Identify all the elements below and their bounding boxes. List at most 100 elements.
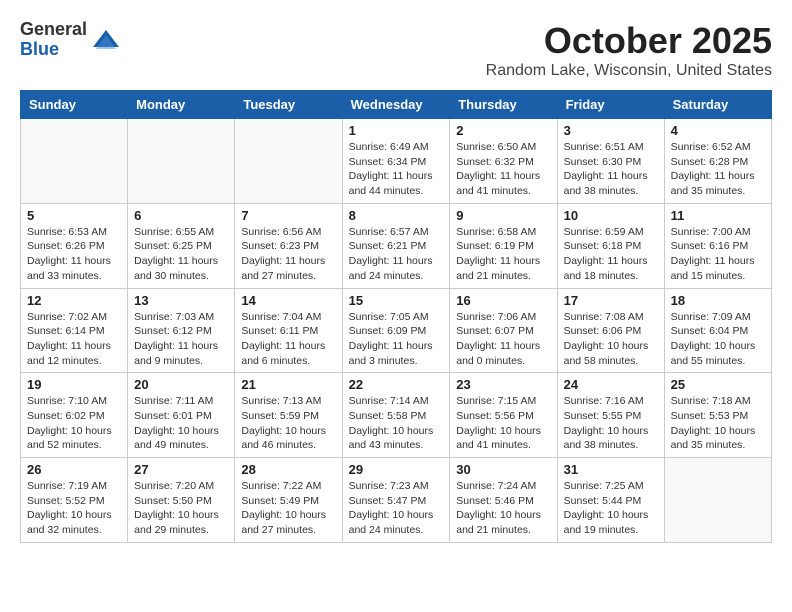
day-number: 26: [27, 462, 121, 477]
day-info: Sunrise: 7:00 AM Sunset: 6:16 PM Dayligh…: [671, 225, 765, 284]
calendar-cell: 23 Sunrise: 7:15 AM Sunset: 5:56 PM Dayli…: [450, 373, 557, 458]
day-info: Sunrise: 6:59 AM Sunset: 6:18 PM Dayligh…: [564, 225, 658, 284]
day-info: Sunrise: 7:09 AM Sunset: 6:04 PM Dayligh…: [671, 310, 765, 369]
calendar-cell: 20 Sunrise: 7:11 AM Sunset: 6:01 PM Dayli…: [128, 373, 235, 458]
day-info: Sunrise: 6:49 AM Sunset: 6:34 PM Dayligh…: [349, 140, 444, 199]
calendar-cell: 24 Sunrise: 7:16 AM Sunset: 5:55 PM Dayli…: [557, 373, 664, 458]
calendar-cell: [235, 119, 342, 204]
day-info: Sunrise: 6:52 AM Sunset: 6:28 PM Dayligh…: [671, 140, 765, 199]
day-number: 16: [456, 293, 550, 308]
day-number: 1: [349, 123, 444, 138]
day-info: Sunrise: 7:16 AM Sunset: 5:55 PM Dayligh…: [564, 394, 658, 453]
day-number: 18: [671, 293, 765, 308]
day-number: 30: [456, 462, 550, 477]
day-number: 9: [456, 208, 550, 223]
day-info: Sunrise: 7:18 AM Sunset: 5:53 PM Dayligh…: [671, 394, 765, 453]
calendar-header-saturday: Saturday: [664, 91, 771, 119]
day-number: 21: [241, 377, 335, 392]
day-info: Sunrise: 7:15 AM Sunset: 5:56 PM Dayligh…: [456, 394, 550, 453]
calendar-header-friday: Friday: [557, 91, 664, 119]
day-number: 24: [564, 377, 658, 392]
day-info: Sunrise: 7:11 AM Sunset: 6:01 PM Dayligh…: [134, 394, 228, 453]
day-number: 13: [134, 293, 228, 308]
calendar-cell: 21Sunrise: 7:13 AM Sunset: 5:59 PM Dayli…: [235, 373, 342, 458]
calendar-cell: 2 Sunrise: 6:50 AM Sunset: 6:32 PM Daylig…: [450, 119, 557, 204]
day-number: 4: [671, 123, 765, 138]
calendar-cell: 17 Sunrise: 7:08 AM Sunset: 6:06 PM Dayli…: [557, 288, 664, 373]
calendar-cell: 22 Sunrise: 7:14 AM Sunset: 5:58 PM Dayli…: [342, 373, 450, 458]
logo: General Blue: [20, 20, 121, 60]
calendar-cell: 19Sunrise: 7:10 AM Sunset: 6:02 PM Dayli…: [21, 373, 128, 458]
day-info: Sunrise: 7:25 AM Sunset: 5:44 PM Dayligh…: [564, 479, 658, 538]
calendar-week-1: 1 Sunrise: 6:49 AM Sunset: 6:34 PM Daylig…: [21, 119, 772, 204]
logo-blue-text: Blue: [20, 40, 87, 60]
title-area: October 2025 Random Lake, Wisconsin, Uni…: [486, 20, 772, 80]
calendar-cell: 30 Sunrise: 7:24 AM Sunset: 5:46 PM Dayli…: [450, 458, 557, 543]
day-number: 17: [564, 293, 658, 308]
calendar-header-tuesday: Tuesday: [235, 91, 342, 119]
day-info: Sunrise: 6:57 AM Sunset: 6:21 PM Dayligh…: [349, 225, 444, 284]
day-number: 25: [671, 377, 765, 392]
header: General Blue October 2025 Random Lake, W…: [20, 20, 772, 80]
day-number: 2: [456, 123, 550, 138]
calendar-week-5: 26 Sunrise: 7:19 AM Sunset: 5:52 PM Dayli…: [21, 458, 772, 543]
day-number: 10: [564, 208, 658, 223]
calendar-cell: 14Sunrise: 7:04 AM Sunset: 6:11 PM Dayli…: [235, 288, 342, 373]
calendar-cell: 11Sunrise: 7:00 AM Sunset: 6:16 PM Dayli…: [664, 203, 771, 288]
calendar-cell: 3Sunrise: 6:51 AM Sunset: 6:30 PM Daylig…: [557, 119, 664, 204]
day-number: 15: [349, 293, 444, 308]
day-number: 29: [349, 462, 444, 477]
day-info: Sunrise: 7:04 AM Sunset: 6:11 PM Dayligh…: [241, 310, 335, 369]
calendar-week-4: 19Sunrise: 7:10 AM Sunset: 6:02 PM Dayli…: [21, 373, 772, 458]
calendar-cell: 8 Sunrise: 6:57 AM Sunset: 6:21 PM Daylig…: [342, 203, 450, 288]
calendar-cell: 6 Sunrise: 6:55 AM Sunset: 6:25 PM Daylig…: [128, 203, 235, 288]
day-info: Sunrise: 6:51 AM Sunset: 6:30 PM Dayligh…: [564, 140, 658, 199]
calendar-cell: 25 Sunrise: 7:18 AM Sunset: 5:53 PM Dayli…: [664, 373, 771, 458]
calendar-cell: 5Sunrise: 6:53 AM Sunset: 6:26 PM Daylig…: [21, 203, 128, 288]
day-number: 20: [134, 377, 228, 392]
calendar-cell: 12Sunrise: 7:02 AM Sunset: 6:14 PM Dayli…: [21, 288, 128, 373]
day-number: 6: [134, 208, 228, 223]
calendar-cell: 4 Sunrise: 6:52 AM Sunset: 6:28 PM Daylig…: [664, 119, 771, 204]
day-number: 19: [27, 377, 121, 392]
calendar-week-2: 5Sunrise: 6:53 AM Sunset: 6:26 PM Daylig…: [21, 203, 772, 288]
location: Random Lake, Wisconsin, United States: [486, 62, 772, 80]
day-info: Sunrise: 7:06 AM Sunset: 6:07 PM Dayligh…: [456, 310, 550, 369]
day-info: Sunrise: 7:03 AM Sunset: 6:12 PM Dayligh…: [134, 310, 228, 369]
calendar-cell: 18 Sunrise: 7:09 AM Sunset: 6:04 PM Dayli…: [664, 288, 771, 373]
day-number: 23: [456, 377, 550, 392]
calendar-cell: 29 Sunrise: 7:23 AM Sunset: 5:47 PM Dayli…: [342, 458, 450, 543]
day-number: 5: [27, 208, 121, 223]
calendar-cell: 26 Sunrise: 7:19 AM Sunset: 5:52 PM Dayli…: [21, 458, 128, 543]
month-title: October 2025: [486, 20, 772, 62]
day-number: 31: [564, 462, 658, 477]
day-info: Sunrise: 7:20 AM Sunset: 5:50 PM Dayligh…: [134, 479, 228, 538]
calendar-cell: 13 Sunrise: 7:03 AM Sunset: 6:12 PM Dayli…: [128, 288, 235, 373]
day-number: 22: [349, 377, 444, 392]
day-info: Sunrise: 6:50 AM Sunset: 6:32 PM Dayligh…: [456, 140, 550, 199]
day-info: Sunrise: 7:23 AM Sunset: 5:47 PM Dayligh…: [349, 479, 444, 538]
day-info: Sunrise: 7:24 AM Sunset: 5:46 PM Dayligh…: [456, 479, 550, 538]
calendar-header-wednesday: Wednesday: [342, 91, 450, 119]
calendar-cell: 1 Sunrise: 6:49 AM Sunset: 6:34 PM Daylig…: [342, 119, 450, 204]
calendar-cell: [664, 458, 771, 543]
calendar-cell: 16 Sunrise: 7:06 AM Sunset: 6:07 PM Dayli…: [450, 288, 557, 373]
day-info: Sunrise: 7:02 AM Sunset: 6:14 PM Dayligh…: [27, 310, 121, 369]
logo-general-text: General: [20, 20, 87, 40]
calendar-cell: 28Sunrise: 7:22 AM Sunset: 5:49 PM Dayli…: [235, 458, 342, 543]
day-info: Sunrise: 6:58 AM Sunset: 6:19 PM Dayligh…: [456, 225, 550, 284]
day-number: 8: [349, 208, 444, 223]
logo-icon: [91, 25, 121, 55]
day-info: Sunrise: 7:14 AM Sunset: 5:58 PM Dayligh…: [349, 394, 444, 453]
calendar-cell: [21, 119, 128, 204]
day-info: Sunrise: 6:55 AM Sunset: 6:25 PM Dayligh…: [134, 225, 228, 284]
day-info: Sunrise: 7:22 AM Sunset: 5:49 PM Dayligh…: [241, 479, 335, 538]
day-info: Sunrise: 7:05 AM Sunset: 6:09 PM Dayligh…: [349, 310, 444, 369]
day-info: Sunrise: 7:08 AM Sunset: 6:06 PM Dayligh…: [564, 310, 658, 369]
day-info: Sunrise: 6:56 AM Sunset: 6:23 PM Dayligh…: [241, 225, 335, 284]
calendar-cell: 15 Sunrise: 7:05 AM Sunset: 6:09 PM Dayli…: [342, 288, 450, 373]
calendar-cell: 10 Sunrise: 6:59 AM Sunset: 6:18 PM Dayli…: [557, 203, 664, 288]
calendar-cell: [128, 119, 235, 204]
calendar-cell: 31 Sunrise: 7:25 AM Sunset: 5:44 PM Dayli…: [557, 458, 664, 543]
day-info: Sunrise: 7:19 AM Sunset: 5:52 PM Dayligh…: [27, 479, 121, 538]
